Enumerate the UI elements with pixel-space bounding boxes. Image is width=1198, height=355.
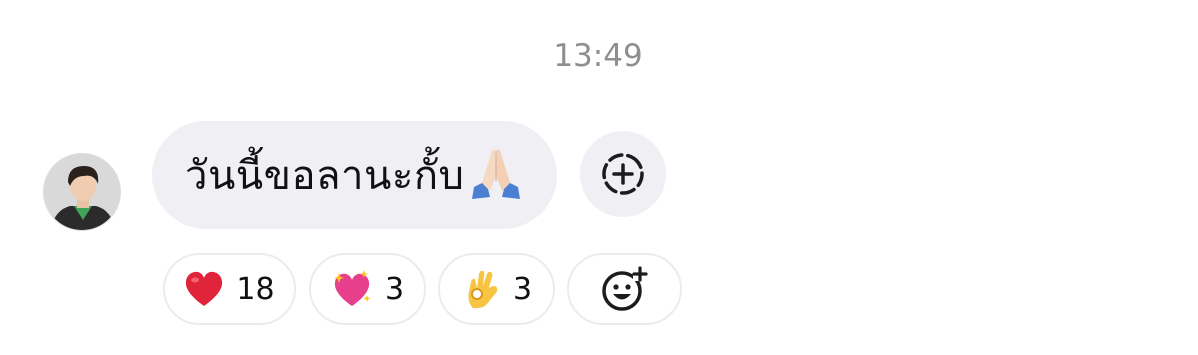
dashed-circle-plus-icon bbox=[602, 153, 644, 195]
reaction-count: 3 bbox=[512, 271, 533, 307]
message-timestamp: 13:49 bbox=[0, 38, 1198, 74]
sparkling-heart-icon bbox=[333, 270, 371, 306]
add-emoji-icon bbox=[601, 266, 648, 311]
reaction-red-heart[interactable]: 18 bbox=[163, 253, 296, 325]
reaction-count: 3 bbox=[384, 271, 405, 307]
avatar-image bbox=[44, 154, 120, 230]
folded-hands-icon bbox=[468, 145, 524, 205]
add-emoji-reaction-button[interactable] bbox=[567, 253, 682, 325]
sender-avatar[interactable] bbox=[43, 153, 121, 231]
reaction-ok-hand[interactable]: 3 bbox=[438, 253, 555, 325]
add-reaction-button[interactable] bbox=[580, 131, 666, 217]
reaction-count: 18 bbox=[236, 271, 275, 307]
red-heart-icon bbox=[186, 271, 223, 306]
message-bubble[interactable]: วันนี้ขอลานะกั้บ bbox=[152, 121, 557, 229]
ok-hand-icon bbox=[468, 270, 498, 309]
timestamp-text: 13:49 bbox=[553, 38, 643, 74]
reaction-sparkling-heart[interactable]: 3 bbox=[309, 253, 426, 325]
message-text: วันนี้ขอลานะกั้บ bbox=[185, 153, 465, 199]
